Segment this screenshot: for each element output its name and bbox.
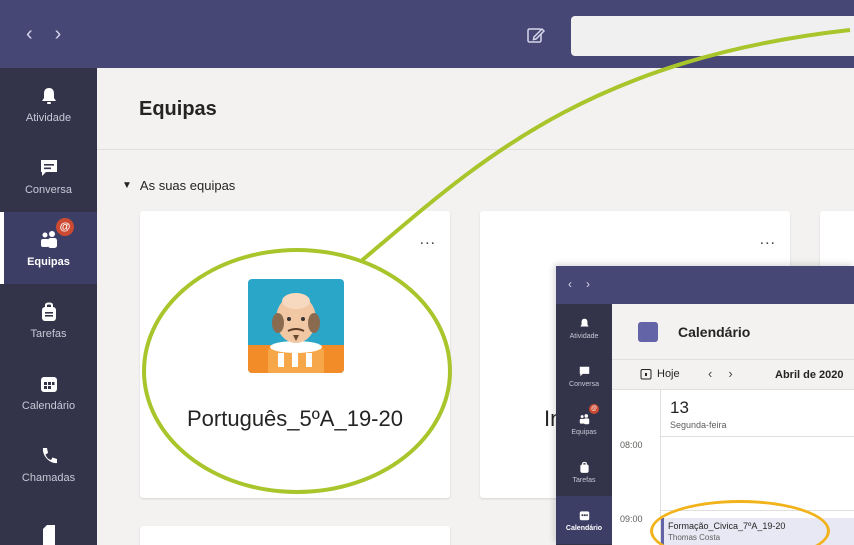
forward-arrow-icon[interactable]: › — [586, 277, 590, 291]
chat-icon — [40, 159, 57, 176]
rail-label: Conversa — [569, 380, 599, 388]
page-title: Calendário — [678, 324, 751, 340]
section-toggle[interactable]: ▼ As suas equipas — [122, 178, 235, 193]
teams-icon — [40, 230, 57, 248]
time-label: 08:00 — [620, 440, 643, 450]
caret-down-icon: ▼ — [122, 180, 132, 191]
rail-label: Conversa — [24, 183, 73, 196]
mention-badge: @ — [589, 404, 599, 414]
rail-item-activity[interactable]: Atividade — [0, 68, 97, 140]
today-button[interactable]: Hoje — [640, 368, 680, 380]
more-options-icon[interactable]: ... — [760, 231, 776, 249]
calendar-header: Calendário — [612, 304, 854, 360]
next-week-icon[interactable]: › — [728, 366, 732, 381]
rail-item-calendar[interactable]: Calendário — [0, 356, 97, 428]
month-label[interactable]: Abril de 2020 — [775, 369, 843, 381]
previous-week-icon[interactable]: ‹ — [708, 366, 712, 381]
chat-icon — [579, 366, 589, 376]
tasks-icon — [579, 461, 589, 473]
inset-rail: Atividade Conversa @ Equipas Tarefas Cal… — [556, 304, 612, 545]
calendar-toolbar: Hoje ‹ › Abril de 2020 — [612, 360, 854, 390]
tasks-icon — [41, 302, 56, 321]
history-nav: ‹ › — [26, 24, 61, 44]
team-card[interactable] — [140, 526, 450, 545]
rail-label: Calendário — [21, 399, 76, 412]
bell-icon — [579, 318, 589, 326]
day-name: Segunda-feira — [670, 420, 727, 430]
hour-divider — [660, 436, 854, 437]
back-arrow-icon[interactable]: ‹ — [568, 277, 572, 291]
rail-label: Equipas — [27, 255, 70, 268]
rail-label: Atividade — [569, 332, 599, 340]
rail-item-tasks[interactable]: Tarefas — [0, 284, 97, 356]
calendar-icon — [40, 376, 57, 392]
rail-label: Tarefas — [30, 327, 67, 340]
forward-arrow-icon[interactable]: › — [55, 24, 62, 44]
highlight-circle — [142, 248, 452, 494]
rail-item-activity[interactable]: Atividade — [556, 304, 612, 352]
mention-badge: @ — [56, 218, 74, 236]
search-input[interactable] — [571, 16, 854, 56]
phone-icon — [42, 447, 57, 463]
rail-label: Chamadas — [21, 471, 76, 484]
file-icon — [42, 524, 55, 545]
section-label: As suas equipas — [139, 178, 236, 193]
title-bar: ‹ › — [0, 0, 854, 68]
rail-item-chat[interactable]: Conversa — [556, 352, 612, 400]
today-label: Hoje — [657, 368, 680, 380]
time-label: 09:00 — [620, 514, 643, 524]
calendar-icon — [579, 510, 589, 520]
rail-item-files[interactable] — [0, 500, 97, 545]
calendar-today-icon — [640, 369, 652, 380]
back-arrow-icon[interactable]: ‹ — [26, 24, 33, 44]
app-rail: Atividade Conversa @ Equipas Tarefas Cal… — [0, 68, 97, 545]
rail-label: Calendário — [565, 524, 603, 532]
teams-icon — [579, 413, 589, 424]
rail-item-chat[interactable]: Conversa — [0, 140, 97, 212]
page-header: Equipas — [97, 68, 854, 150]
rail-label: Tarefas — [572, 476, 596, 484]
rail-label: Equipas — [571, 428, 597, 436]
rail-item-teams[interactable]: @ Equipas — [556, 400, 612, 448]
inset-title-bar: ‹ › — [556, 266, 854, 304]
page-title: Equipas — [139, 98, 217, 120]
day-number: 13 — [670, 398, 689, 417]
rail-item-teams[interactable]: @ Equipas — [0, 212, 97, 284]
rail-label: Atividade — [25, 111, 72, 124]
rail-item-tasks[interactable]: Tarefas — [556, 448, 612, 496]
bell-icon — [41, 87, 56, 104]
more-options-icon[interactable]: ... — [420, 231, 436, 249]
calendar-app-icon — [638, 322, 658, 342]
rail-item-calendar[interactable]: Calendário — [556, 496, 612, 544]
rail-item-calls[interactable]: Chamadas — [0, 428, 97, 500]
compose-icon[interactable] — [526, 25, 546, 45]
